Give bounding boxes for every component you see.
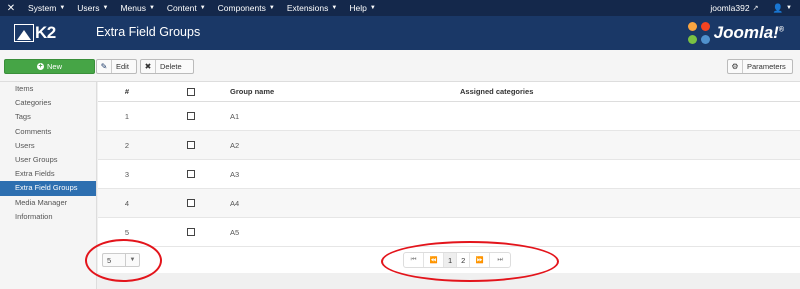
joomla-icon[interactable]: ✕ bbox=[0, 0, 22, 16]
row-checkbox[interactable] bbox=[187, 112, 195, 120]
sidebar-item-users[interactable]: Users bbox=[0, 139, 96, 153]
k2-logo-text: K2 bbox=[35, 23, 56, 42]
list-limit-select[interactable]: 5 ▼ bbox=[102, 253, 140, 267]
group-name-link[interactable]: A4 bbox=[226, 199, 376, 208]
caret-down-icon: ▼ bbox=[199, 5, 206, 11]
menu-system[interactable]: System ▼ bbox=[22, 0, 71, 16]
row-checkbox[interactable] bbox=[187, 170, 195, 178]
table-header: # Group name Assigned categories bbox=[98, 82, 800, 102]
delete-button-label: Delete bbox=[160, 62, 182, 71]
sidebar-item-items[interactable]: Items bbox=[0, 82, 96, 96]
sidebar-item-extra-field-groups[interactable]: Extra Field Groups bbox=[0, 181, 96, 196]
new-button[interactable]: + New bbox=[4, 59, 95, 74]
last-page-icon[interactable]: ⏭ bbox=[490, 253, 510, 267]
menu-label: Extensions bbox=[286, 3, 329, 13]
parameters-button-label: Parameters bbox=[747, 62, 786, 71]
joomla-logo: Joomla!® bbox=[687, 21, 784, 45]
menu-help[interactable]: Help ▼ bbox=[343, 0, 381, 16]
caret-down-icon: ▼ bbox=[148, 5, 155, 11]
caret-down-icon: ▼ bbox=[331, 5, 338, 11]
menu-users[interactable]: Users ▼ bbox=[71, 0, 114, 16]
caret-down-icon: ▼ bbox=[369, 5, 376, 11]
gear-icon: ⚙ bbox=[728, 60, 743, 73]
top-menu-bar: ✕ System ▼ Users ▼ Menus ▼ Content ▼ Compone… bbox=[0, 0, 800, 16]
sidebar-item-tags[interactable]: Tags bbox=[0, 110, 96, 124]
list-limit-value: 5 bbox=[107, 255, 112, 265]
parameters-button[interactable]: ⚙ Parameters bbox=[727, 59, 793, 74]
menu-label: Content bbox=[166, 3, 197, 13]
group-name-link[interactable]: A3 bbox=[226, 170, 376, 179]
user-icon: 👤 bbox=[772, 2, 784, 13]
row-checkbox[interactable] bbox=[187, 199, 195, 207]
groups-table: # Group name Assigned categories 1 A1 2 … bbox=[98, 82, 800, 247]
group-name-link[interactable]: A5 bbox=[226, 228, 376, 237]
k2-logo: K2 bbox=[14, 23, 56, 43]
next-page-icon[interactable]: ⏩ bbox=[470, 253, 491, 267]
external-link-icon: ↗ bbox=[752, 5, 759, 12]
page-title: Extra Field Groups bbox=[96, 25, 201, 39]
sidebar-item-extra-fields[interactable]: Extra Fields bbox=[0, 167, 96, 181]
site-link[interactable]: joomla392 ↗ bbox=[702, 3, 766, 13]
prev-page-icon[interactable]: ⏪ bbox=[424, 253, 444, 267]
row-number: 5 bbox=[124, 227, 130, 237]
menu-label: Menus bbox=[120, 3, 146, 13]
caret-down-icon: ▼ bbox=[268, 5, 275, 11]
close-icon: ✖ bbox=[141, 60, 156, 73]
sidebar: Items Categories Tags Comments Users Use… bbox=[0, 82, 97, 289]
edit-icon: ✎ bbox=[97, 60, 112, 73]
menu-label: System bbox=[28, 3, 57, 13]
new-button-label: New bbox=[46, 62, 62, 71]
page-2-button[interactable]: 2 bbox=[457, 253, 471, 267]
first-page-icon[interactable]: ⏮ bbox=[404, 253, 424, 267]
caret-down-icon: ▼ bbox=[102, 5, 109, 11]
menu-label: Components bbox=[217, 3, 266, 13]
menu-label: Help bbox=[349, 3, 367, 13]
sidebar-item-comments[interactable]: Comments bbox=[0, 125, 96, 139]
toolbar: + New ✎ Edit ✖ Delete ⚙ Parameters bbox=[0, 50, 800, 82]
sidebar-item-media-manager[interactable]: Media Manager bbox=[0, 196, 96, 210]
column-header-number[interactable]: # bbox=[98, 87, 156, 96]
caret-down-icon: ▼ bbox=[786, 5, 792, 11]
group-name-link[interactable]: A1 bbox=[226, 112, 376, 121]
group-name-link[interactable]: A2 bbox=[226, 141, 376, 150]
table-row: 1 A1 bbox=[98, 102, 800, 131]
menu-label: Users bbox=[77, 3, 100, 13]
menu-extensions[interactable]: Extensions ▼ bbox=[281, 0, 344, 16]
edit-button-label: Edit bbox=[116, 62, 129, 71]
k2-mountain-icon bbox=[14, 24, 34, 42]
row-number: 2 bbox=[124, 140, 130, 150]
sidebar-item-categories[interactable]: Categories bbox=[0, 96, 96, 110]
joomla-mark-icon bbox=[687, 22, 710, 44]
menu-content[interactable]: Content ▼ bbox=[161, 0, 212, 16]
page-header: K2 Extra Field Groups Joomla!® bbox=[0, 16, 800, 50]
joomla-logo-text: Joomla!® bbox=[713, 23, 784, 42]
caret-down-icon: ▼ bbox=[125, 254, 139, 266]
table-footer: 5 ▼ ⏮ ⏪ 1 2 ⏩ ⏭ bbox=[98, 247, 800, 273]
table-row: 3 A3 bbox=[98, 160, 800, 189]
page-1-button[interactable]: 1 bbox=[444, 253, 458, 267]
row-number: 4 bbox=[124, 198, 130, 208]
site-link-label: joomla392 bbox=[710, 3, 750, 13]
table-row: 5 A5 bbox=[98, 218, 800, 247]
user-menu[interactable]: 👤 ▼ bbox=[766, 3, 800, 14]
row-checkbox[interactable] bbox=[187, 141, 195, 149]
row-checkbox[interactable] bbox=[187, 228, 195, 236]
menu-menus[interactable]: Menus ▼ bbox=[114, 0, 160, 16]
sidebar-item-user-groups[interactable]: User Groups bbox=[0, 153, 96, 167]
table-row: 2 A2 bbox=[98, 131, 800, 160]
caret-down-icon: ▼ bbox=[59, 5, 66, 11]
plus-icon: + bbox=[36, 63, 44, 70]
select-all-checkbox[interactable] bbox=[187, 87, 195, 96]
row-number: 1 bbox=[124, 111, 130, 121]
sidebar-item-information[interactable]: Information bbox=[0, 210, 96, 224]
delete-button[interactable]: ✖ Delete bbox=[140, 59, 194, 74]
column-header-group-name[interactable]: Group name bbox=[226, 87, 376, 96]
column-header-assigned-categories: Assigned categories bbox=[460, 87, 534, 96]
table-row: 4 A4 bbox=[98, 189, 800, 218]
pagination: ⏮ ⏪ 1 2 ⏩ ⏭ bbox=[403, 252, 512, 268]
menu-components[interactable]: Components ▼ bbox=[212, 0, 281, 16]
edit-button[interactable]: ✎ Edit bbox=[96, 59, 137, 74]
row-number: 3 bbox=[124, 169, 130, 179]
